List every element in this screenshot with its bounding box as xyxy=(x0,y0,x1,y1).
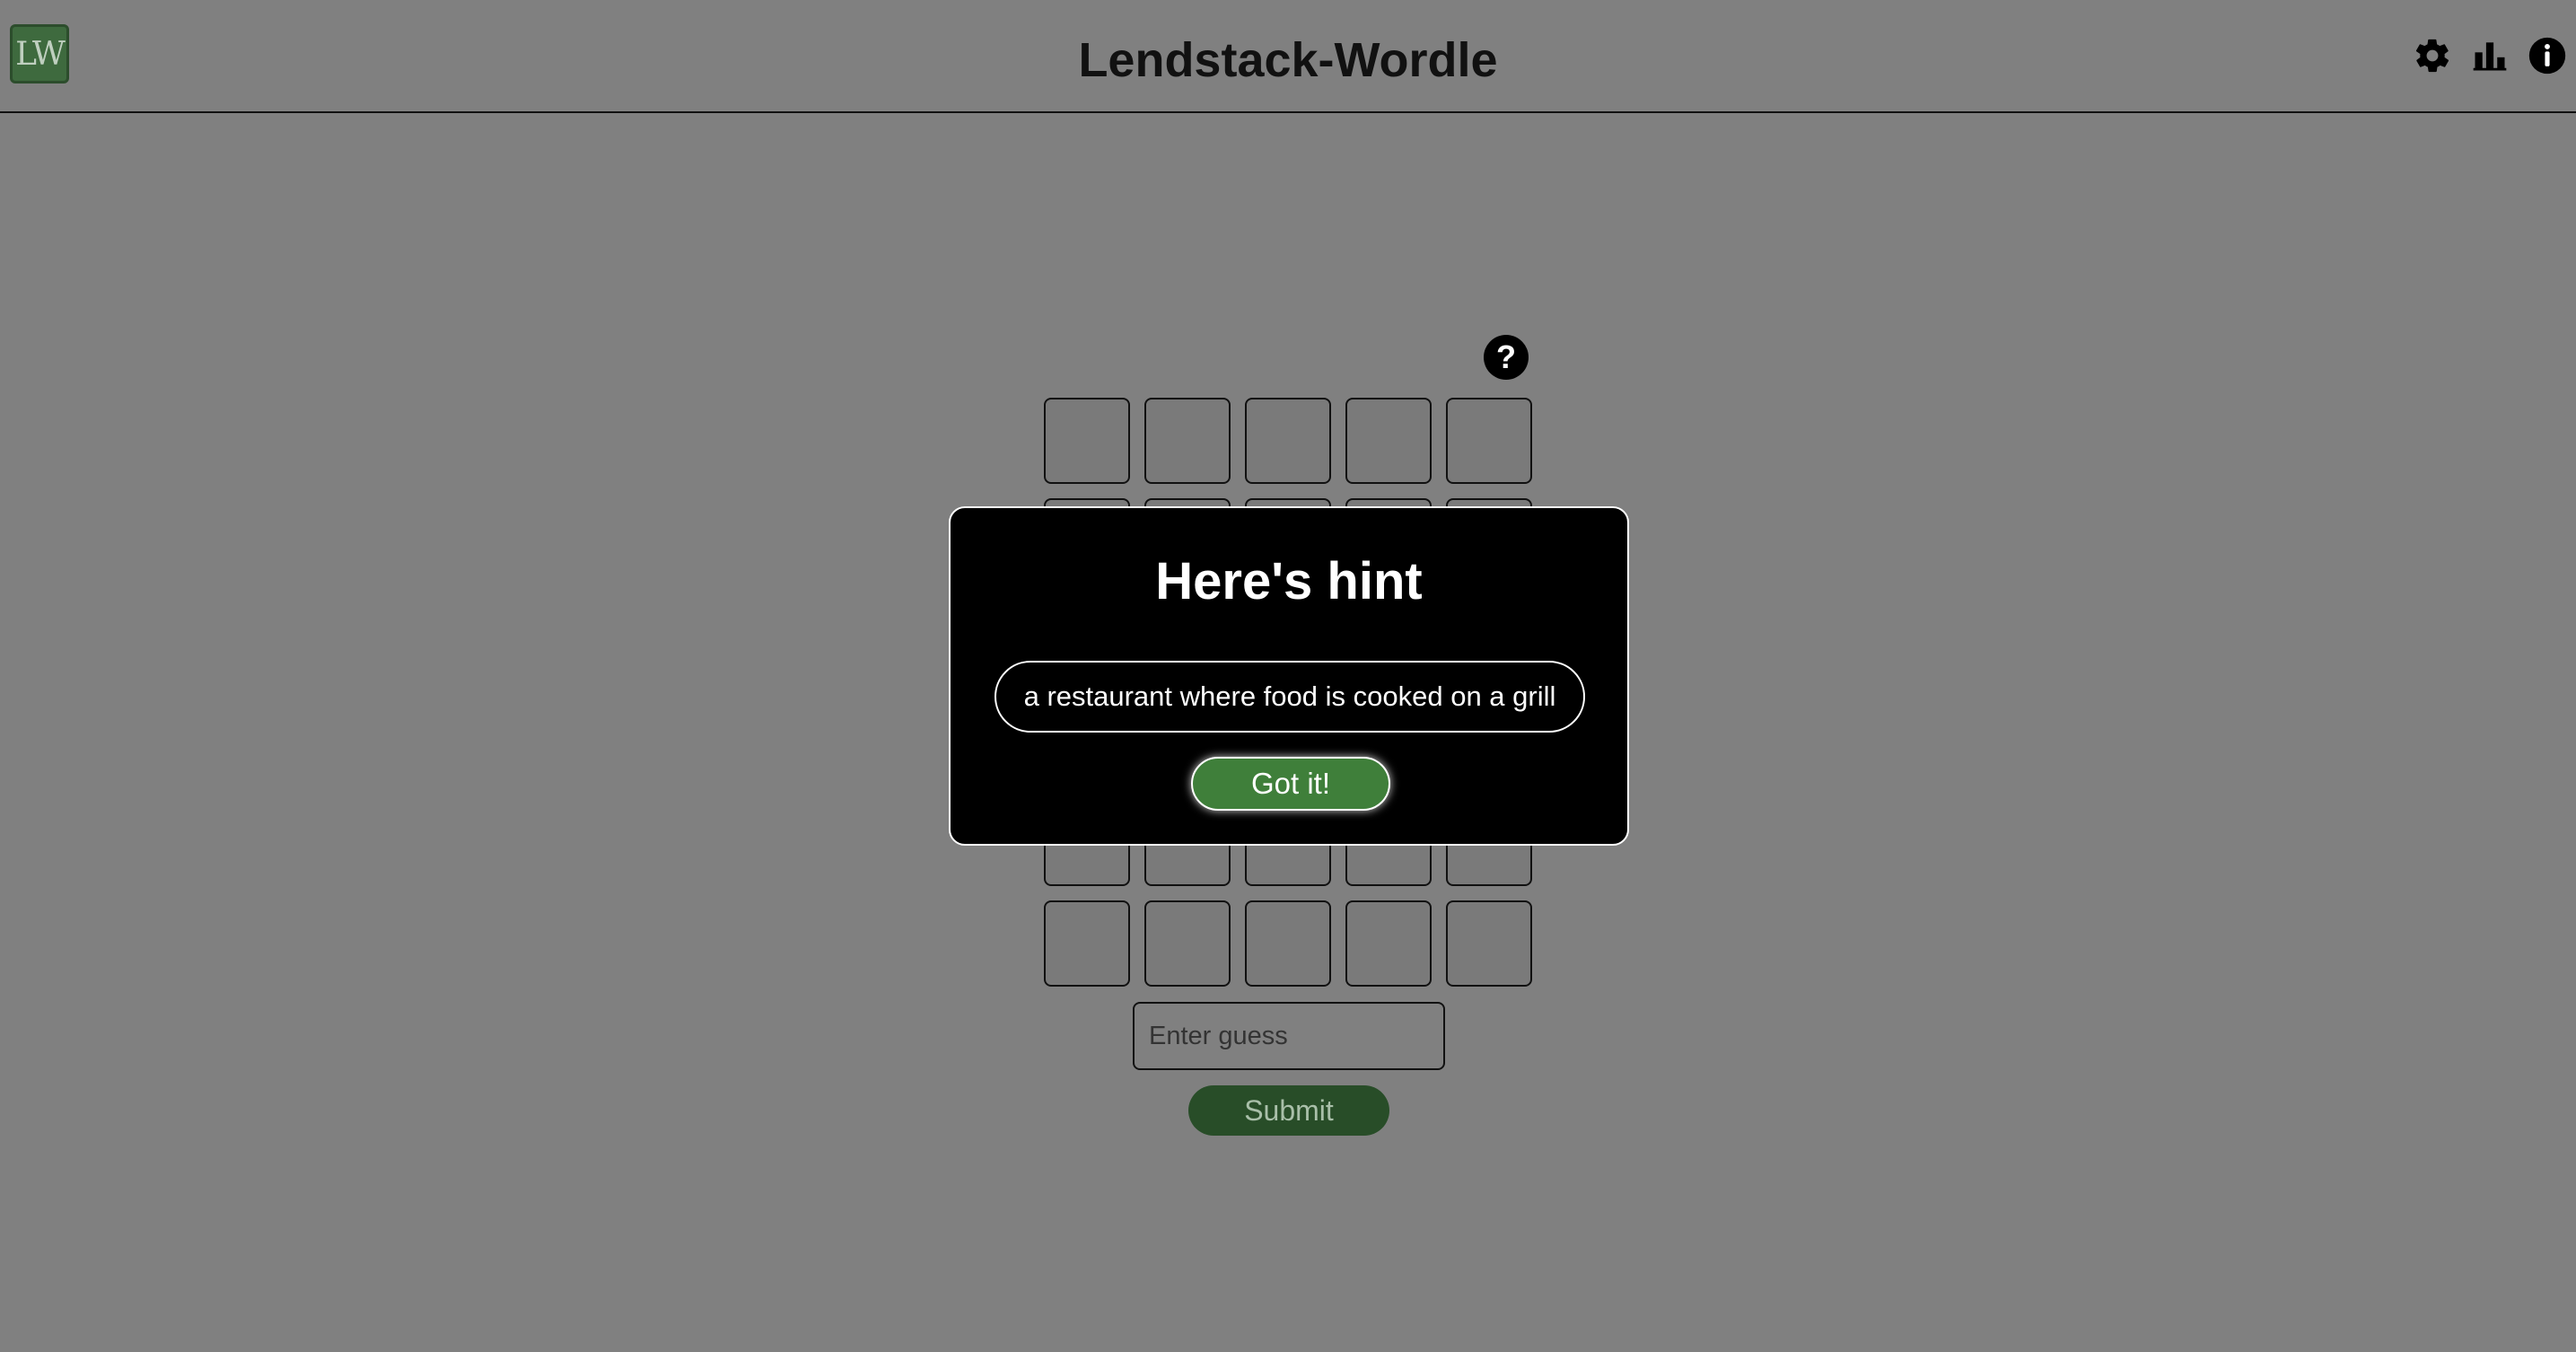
letter-tile xyxy=(1345,900,1432,987)
header: LW Lendstack-Wordle xyxy=(0,0,2576,113)
hint-text: a restaurant where food is cooked on a g… xyxy=(994,661,1585,733)
letter-tile xyxy=(1144,900,1231,987)
letter-tile xyxy=(1446,398,1532,484)
letter-tile xyxy=(1345,398,1432,484)
got-it-button[interactable]: Got it! xyxy=(1191,757,1390,811)
hint-modal: Here's hint a restaurant where food is c… xyxy=(949,506,1629,846)
modal-title: Here's hint xyxy=(1155,552,1423,610)
gear-icon[interactable] xyxy=(2413,36,2452,75)
letter-tile xyxy=(1245,398,1331,484)
hint-help-icon[interactable]: ? xyxy=(1484,335,1529,380)
letter-tile xyxy=(1446,900,1532,987)
info-icon[interactable] xyxy=(2528,36,2567,75)
app-page: LW Lendstack-Wordle ? Submit Here's hint… xyxy=(0,0,2576,1352)
letter-tile xyxy=(1044,398,1130,484)
letter-tile xyxy=(1144,398,1231,484)
submit-button[interactable]: Submit xyxy=(1188,1085,1389,1136)
letter-tile xyxy=(1044,900,1130,987)
bar-chart-icon[interactable] xyxy=(2470,36,2510,75)
guess-input[interactable] xyxy=(1133,1002,1445,1070)
letter-tile xyxy=(1245,900,1331,987)
page-title: Lendstack-Wordle xyxy=(1078,33,1498,87)
